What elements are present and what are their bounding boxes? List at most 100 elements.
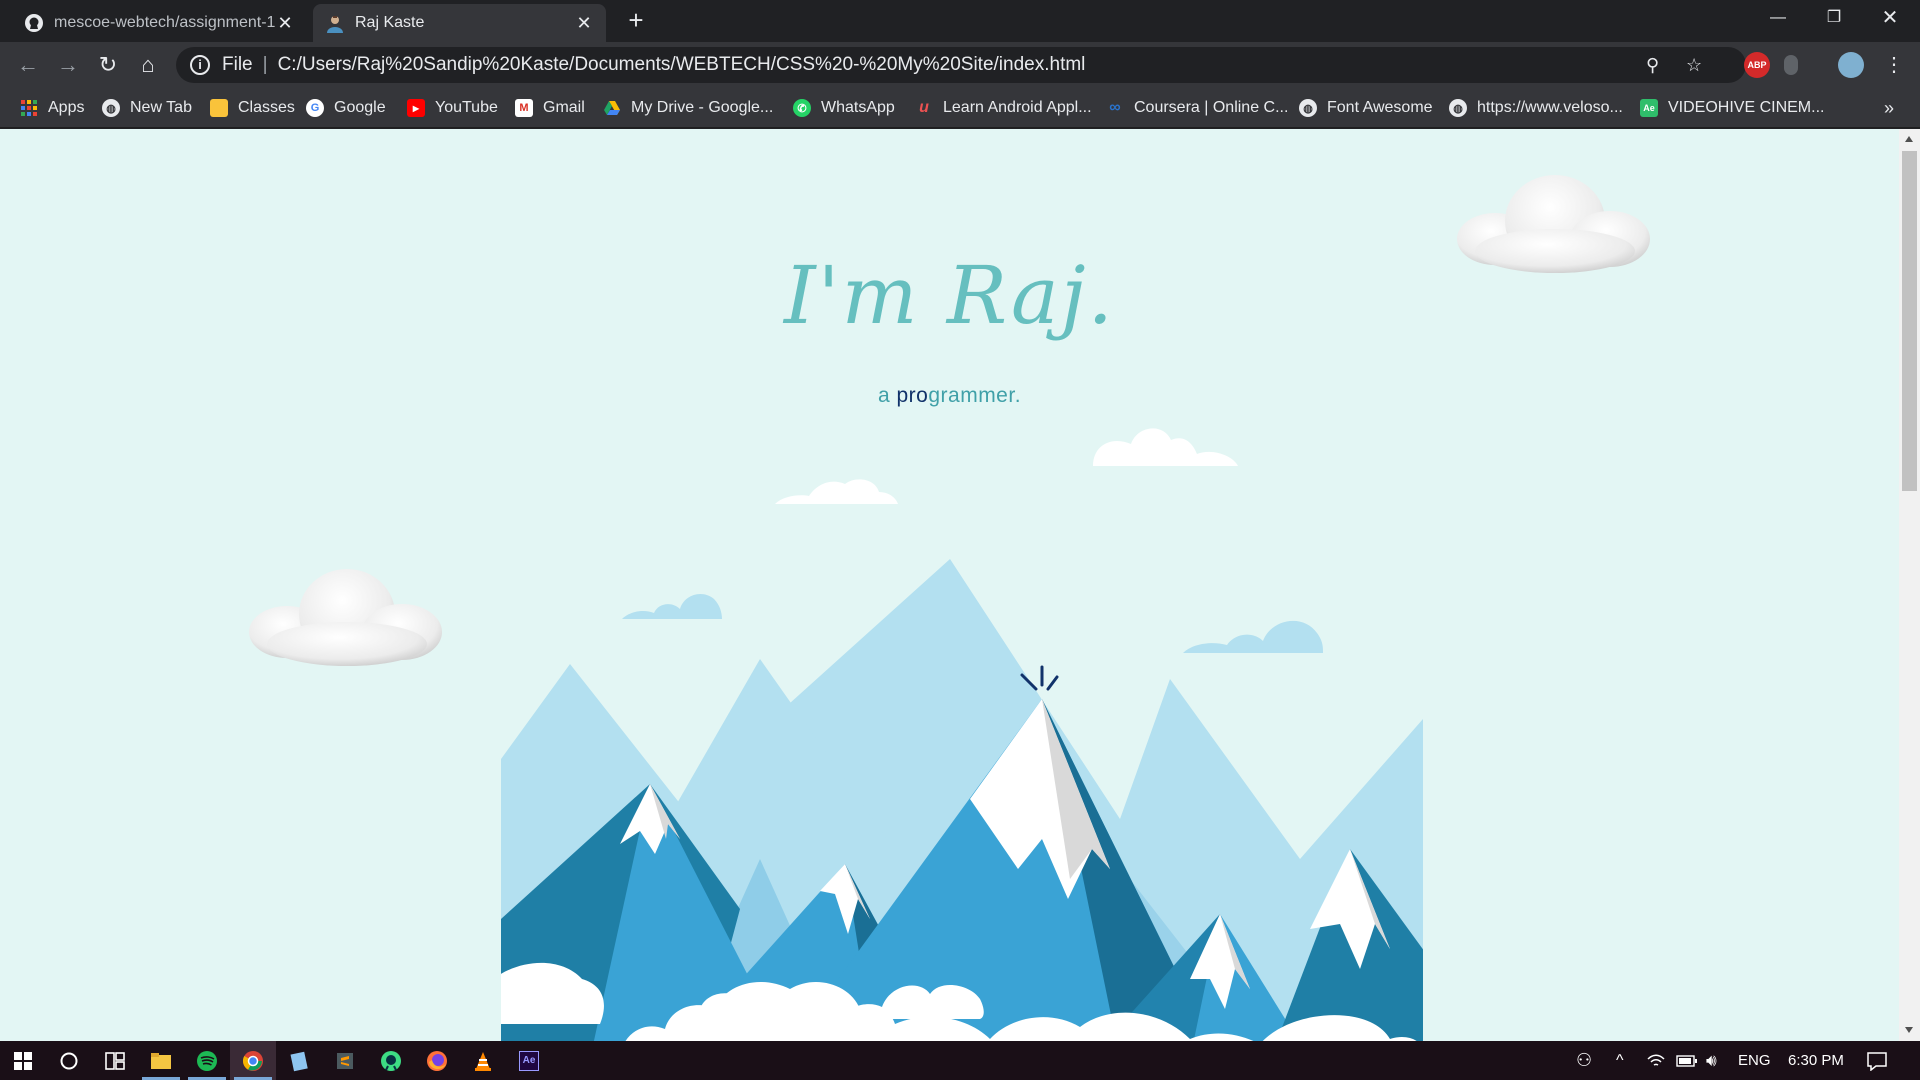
mountains-illustration [501,559,1423,1041]
bookmark-google[interactable]: G Google [306,96,386,120]
menu-kebab-icon[interactable]: ⋮ [1880,51,1908,79]
subtitle-rest: grammer. [928,384,1022,407]
flat-cloud-image [775,479,898,504]
github-icon [24,13,44,33]
cloud-image-left [249,569,442,666]
bookmark-label: Gmail [543,99,585,116]
chrome-icon[interactable] [230,1041,276,1080]
subtitle-prefix: a [877,384,897,407]
bookmark-new-tab[interactable]: ◍ New Tab [102,96,192,120]
classroom-icon [210,99,228,117]
close-tab-icon[interactable]: ✕ [275,13,295,34]
reload-icon[interactable]: ↻ [94,51,122,79]
globe-icon: ◍ [102,99,120,117]
bookmark-apps[interactable]: Apps [20,96,84,120]
globe-icon: ◍ [1299,99,1317,117]
bookmark-label: Coursera | Online C... [1134,99,1289,116]
tab-title: mescoe-webtech/assignment-1-l [54,14,275,31]
google-icon: G [306,99,324,117]
close-tab-icon[interactable]: ✕ [574,13,594,34]
hero-title: I'm Raj. [784,249,1115,342]
bookmark-learn-android[interactable]: u Learn Android Appl... [915,96,1092,120]
browser-toolbar: ← → ↻ ⌂ i File | C:/Users/Raj%20Sandip%2… [0,42,1920,88]
bookmark-star-icon[interactable]: ☆ [1686,47,1702,83]
tab-strip: mescoe-webtech/assignment-1-l ✕ Raj Kast… [0,0,1920,42]
after-effects-icon: Ae [1640,99,1658,117]
bookmark-veloso[interactable]: ◍ https://www.veloso... [1449,96,1623,120]
minimize-icon[interactable]: — [1750,0,1806,36]
file-explorer-icon[interactable] [138,1041,184,1080]
bookmark-label: Classes [238,99,295,116]
scheme-label: File [222,54,253,75]
bookmark-my-drive[interactable]: My Drive - Google... [603,96,773,120]
bookmark-classes[interactable]: Classes [210,96,295,120]
bookmark-label: YouTube [435,99,498,116]
profile-avatar-icon[interactable] [1838,52,1864,78]
bookmark-coursera[interactable]: ∞ Coursera | Online C... [1106,96,1288,120]
volume-icon[interactable]: 🔊︎ [1706,1041,1717,1080]
scrollbar-thumb[interactable] [1902,151,1917,491]
adblock-icon[interactable]: ABP [1744,52,1770,78]
home-icon[interactable]: ⌂ [134,51,162,79]
bookmark-whatsapp[interactable]: ✆ WhatsApp [793,96,895,120]
tab-title: Raj Kaste [355,14,425,31]
bookmark-label: Font Awesome [1327,99,1433,116]
sublime-text-icon[interactable] [322,1041,368,1080]
tab-raj-kaste[interactable]: Raj Kaste ✕ [313,4,606,42]
coursera-icon: ∞ [1109,99,1121,116]
flat-cloud-image [1093,428,1238,466]
cortana-search-icon[interactable] [46,1041,92,1080]
language-indicator[interactable]: ENG [1738,1041,1771,1080]
spotify-icon[interactable] [184,1041,230,1080]
clock[interactable]: 6:30 PM [1788,1041,1844,1080]
adblock-label: ABP [1747,60,1767,70]
windows-start-icon[interactable] [0,1041,46,1080]
show-hidden-icons-icon[interactable]: ^ [1616,1041,1624,1080]
extension-icon[interactable] [1784,55,1798,75]
bookmark-label: My Drive - Google... [631,99,774,116]
battery-icon[interactable] [1676,1041,1698,1080]
page-scrollbar[interactable] [1899,129,1920,1041]
divider: | [262,54,268,75]
url-text[interactable]: C:/Users/Raj%20Sandip%20Kaste/Documents/… [278,54,1086,76]
notepad-icon[interactable] [276,1041,322,1080]
vlc-icon[interactable] [460,1041,506,1080]
task-view-icon[interactable] [92,1041,138,1080]
wifi-icon[interactable] [1646,1041,1666,1080]
scroll-down-icon[interactable] [1905,1027,1913,1033]
android-studio-icon[interactable] [368,1041,414,1080]
forward-icon[interactable]: → [54,51,82,79]
bookmark-label: https://www.veloso... [1477,99,1623,116]
new-tab-button[interactable]: + [622,6,650,34]
tab-github[interactable]: mescoe-webtech/assignment-1-l ✕ [12,4,307,42]
people-icon[interactable]: ⚇ [1576,1041,1592,1080]
subtitle-highlight: pro [896,384,929,407]
hero-subtitle: a programmer. [0,384,1899,408]
apps-grid-icon [20,99,38,117]
zoom-icon[interactable]: ⚲ [1646,47,1659,83]
address-bar[interactable]: i File | C:/Users/Raj%20Sandip%20Kaste/D… [176,47,1746,83]
back-icon[interactable]: ← [14,51,42,79]
bookmark-gmail[interactable]: M Gmail [515,96,585,120]
notifications-icon[interactable] [1866,1041,1888,1080]
scroll-up-icon[interactable] [1905,136,1913,142]
bookmark-label: Google [334,99,386,116]
more-bookmarks-icon[interactable]: » [1884,96,1894,120]
after-effects-icon[interactable]: Ae [506,1041,552,1080]
bookmark-label: WhatsApp [821,99,895,116]
bookmark-label: Apps [48,99,85,116]
gmail-icon: M [515,99,533,117]
site-info-icon[interactable]: i [190,55,210,75]
bookmark-label: Learn Android Appl... [943,99,1092,116]
restore-icon[interactable]: ❐ [1806,0,1862,36]
drive-icon [603,99,621,117]
bookmark-font-awesome[interactable]: ◍ Font Awesome [1299,96,1433,120]
close-window-icon[interactable]: ✕ [1862,0,1918,36]
firefox-icon[interactable] [414,1041,460,1080]
whatsapp-icon: ✆ [793,99,811,117]
bookmark-youtube[interactable]: ▶ YouTube [407,96,498,120]
avatar-icon [325,13,345,33]
bookmark-videohive[interactable]: Ae VIDEOHIVE CINEM... [1640,96,1824,120]
bookmarks-bar: Apps ◍ New Tab Classes G Google ▶ YouTub… [0,88,1920,128]
page-viewport: I'm Raj. a programmer. [0,129,1899,1041]
